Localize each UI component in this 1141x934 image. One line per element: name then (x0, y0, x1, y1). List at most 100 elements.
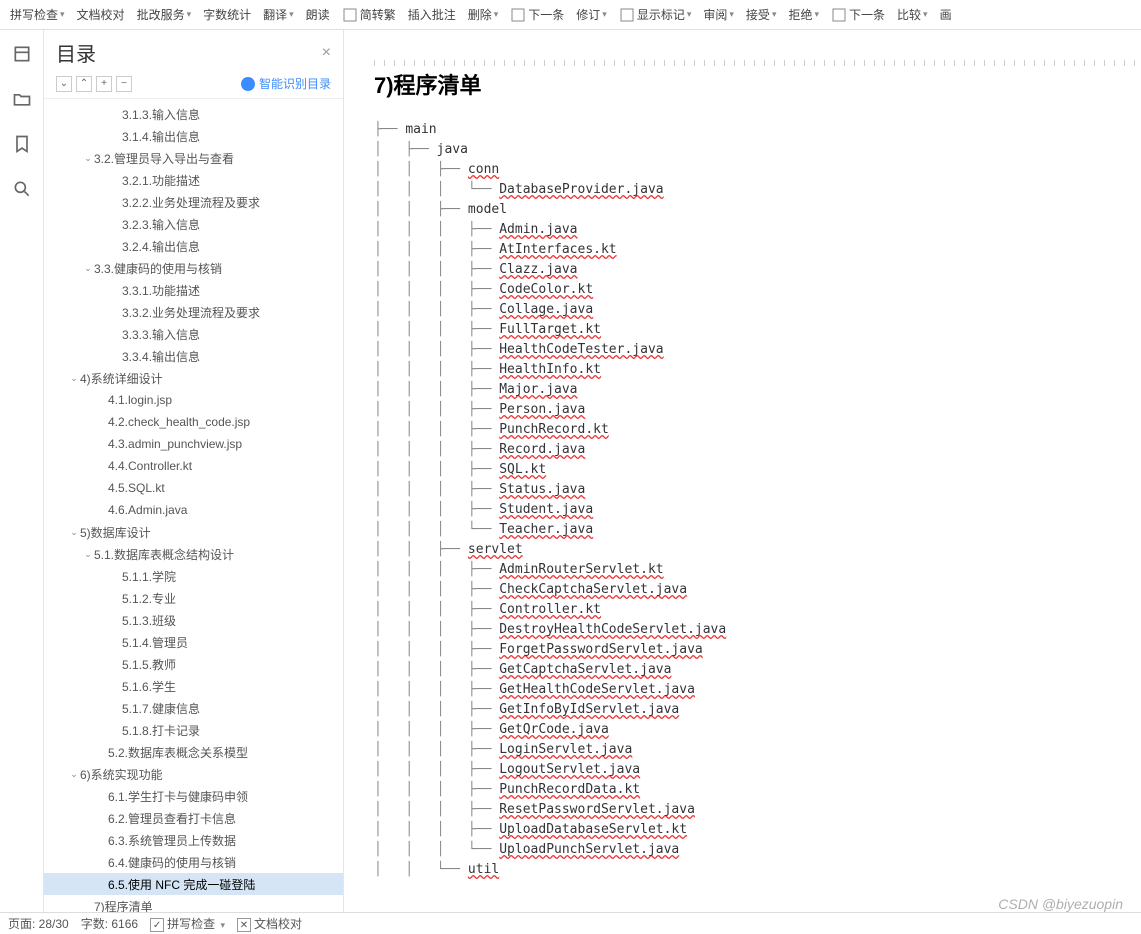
dropdown-icon: ▾ (729, 9, 734, 20)
search-icon[interactable] (12, 179, 32, 202)
outline-item[interactable]: 3.2.2.业务处理流程及要求 (44, 191, 343, 213)
outline-item[interactable]: ⌄3.2.管理员导入导出与查看 (44, 147, 343, 169)
outline-item[interactable]: 5.2.数据库表概念关系模型 (44, 741, 343, 763)
toolbar-画[interactable]: 画 (934, 1, 958, 29)
outline-item[interactable]: 6.5.使用 NFC 完成一碰登陆 (44, 873, 343, 895)
outline-item[interactable]: 4.3.admin_punchview.jsp (44, 433, 343, 455)
ruler (374, 60, 1141, 66)
proofread-status[interactable]: ✕文档校对 (237, 915, 302, 933)
outline-item[interactable]: 6.4.健康码的使用与核销 (44, 851, 343, 873)
dropdown-icon: ▾ (814, 9, 819, 20)
toolbar-简转繁[interactable]: 简转繁 (336, 1, 402, 29)
outline-item[interactable]: 3.2.3.输入信息 (44, 213, 343, 235)
toolbar-拒绝[interactable]: 拒绝▾ (782, 1, 825, 29)
toolbar-字数统计[interactable]: 字数统计 (197, 1, 257, 29)
toolbar-下一条[interactable]: 下一条 (825, 1, 891, 29)
chevron-icon: ⌄ (68, 769, 80, 780)
next-change-icon (831, 7, 847, 23)
left-sidebar (0, 30, 44, 912)
outline-title: 目录 (56, 38, 96, 67)
outline-item[interactable]: 3.1.3.输入信息 (44, 103, 343, 125)
chevron-icon: ⌄ (82, 549, 94, 560)
toolbar-接受[interactable]: 接受▾ (740, 1, 783, 29)
dropdown-icon: ▾ (772, 9, 777, 20)
outline-item[interactable]: ⌄5)数据库设计 (44, 521, 343, 543)
bookmark-icon[interactable] (12, 134, 32, 157)
dropdown-icon: ▾ (60, 9, 65, 20)
dropdown-icon: ▾ (494, 9, 499, 20)
outline-item[interactable]: ⌄3.3.健康码的使用与核销 (44, 257, 343, 279)
watermark: CSDN @biyezuopin (998, 896, 1123, 912)
add-btn[interactable]: + (96, 76, 112, 92)
outline-toolbar: ⌄ ⌃ + − (56, 76, 132, 92)
collapse-btn[interactable]: ⌄ (56, 76, 72, 92)
outline-item[interactable]: 3.3.3.输入信息 (44, 323, 343, 345)
dropdown-icon: ▾ (602, 9, 607, 20)
outline-item[interactable]: 4.6.Admin.java (44, 499, 343, 521)
chevron-icon: ⌄ (68, 527, 80, 538)
chevron-icon: ⌄ (68, 373, 80, 384)
word-count[interactable]: 字数: 6166 (81, 915, 138, 932)
outline-item[interactable]: 3.2.4.输出信息 (44, 235, 343, 257)
toolbar-比较[interactable]: 比较▾ (891, 1, 934, 29)
outline-item[interactable]: 4.5.SQL.kt (44, 477, 343, 499)
expand-btn[interactable]: ⌃ (76, 76, 92, 92)
statusbar: 页面: 28/30 字数: 6166 ✓拼写检查 ▾ ✕文档校对 (0, 912, 1141, 934)
outline-item[interactable]: 5.1.8.打卡记录 (44, 719, 343, 741)
outline-item[interactable]: 5.1.6.学生 (44, 675, 343, 697)
toolbar-朗读[interactable]: 朗读 (300, 1, 336, 29)
dropdown-icon: ▾ (687, 9, 692, 20)
outline-item[interactable]: 4.2.check_health_code.jsp (44, 411, 343, 433)
remove-btn[interactable]: − (116, 76, 132, 92)
toolbar-删除[interactable]: 删除▾ (462, 1, 505, 29)
outline-panel: 目录 × ⌄ ⌃ + − 智能识别目录 3.1.3.输入信息3.1.4.输出信息… (44, 30, 344, 912)
toolbar-下一条[interactable]: 下一条 (504, 1, 570, 29)
close-icon[interactable]: × (322, 44, 331, 62)
toolbar-审阅[interactable]: 审阅▾ (697, 1, 740, 29)
code-tree: ├── main│ ├── java│ │ ├── conn│ │ │ └── … (374, 120, 1141, 880)
toolbar-拼写检查[interactable]: 拼写检查▾ (4, 1, 71, 29)
outline-item[interactable]: 3.2.1.功能描述 (44, 169, 343, 191)
dropdown-icon: ▾ (289, 9, 294, 20)
toolbar-显示标记[interactable]: 显示标记▾ (613, 1, 698, 29)
outline-item[interactable]: 4.1.login.jsp (44, 389, 343, 411)
review-toolbar: 拼写检查▾文档校对批改服务▾字数统计翻译▾朗读简转繁插入批注删除▾下一条修订▾显… (0, 0, 1141, 30)
outline-item[interactable]: 5.1.1.学院 (44, 565, 343, 587)
outline-item[interactable]: ⌄5.1.数据库表概念结构设计 (44, 543, 343, 565)
chevron-icon: ⌄ (82, 263, 94, 274)
outline-item[interactable]: 5.1.4.管理员 (44, 631, 343, 653)
outline-item[interactable]: 5.1.3.班级 (44, 609, 343, 631)
show-marks-icon (619, 7, 635, 23)
outline-item[interactable]: 3.1.4.输出信息 (44, 125, 343, 147)
doc-heading: 7)程序清单 (374, 68, 1141, 100)
smart-outline-link[interactable]: 智能识别目录 (241, 75, 331, 92)
spellcheck-status[interactable]: ✓拼写检查 ▾ (150, 915, 225, 933)
toolbar-文档校对[interactable]: 文档校对 (71, 1, 131, 29)
toolbar-批改服务[interactable]: 批改服务▾ (131, 1, 198, 29)
outline-item[interactable]: 7)程序清单 (44, 895, 343, 912)
toolbar-修订[interactable]: 修订▾ (570, 1, 613, 29)
outline-item[interactable]: 4.4.Controller.kt (44, 455, 343, 477)
outline-item[interactable]: 6.2.管理员查看打卡信息 (44, 807, 343, 829)
outline-item[interactable]: 5.1.7.健康信息 (44, 697, 343, 719)
toolbar-翻译[interactable]: 翻译▾ (257, 1, 300, 29)
outline-item[interactable]: 5.1.2.专业 (44, 587, 343, 609)
outline-item[interactable]: 5.1.5.教师 (44, 653, 343, 675)
outline-item[interactable]: 3.3.1.功能描述 (44, 279, 343, 301)
next-comment-icon (510, 7, 526, 23)
page-indicator[interactable]: 页面: 28/30 (8, 915, 69, 932)
convert-icon (342, 7, 358, 23)
outline-item[interactable]: 3.3.2.业务处理流程及要求 (44, 301, 343, 323)
dropdown-icon: ▾ (923, 9, 928, 20)
outline-item[interactable]: ⌄4)系统详细设计 (44, 367, 343, 389)
outline-list[interactable]: 3.1.3.输入信息3.1.4.输出信息⌄3.2.管理员导入导出与查看3.2.1… (44, 99, 343, 912)
document-view[interactable]: 7)程序清单 ├── main│ ├── java│ │ ├── conn│ │… (344, 30, 1141, 912)
outline-item[interactable]: 3.3.4.输出信息 (44, 345, 343, 367)
outline-item[interactable]: 6.1.学生打卡与健康码申领 (44, 785, 343, 807)
folder-icon[interactable] (12, 89, 32, 112)
toolbar-插入批注[interactable]: 插入批注 (402, 1, 462, 29)
outline-item[interactable]: ⌄6)系统实现功能 (44, 763, 343, 785)
chevron-icon: ⌄ (82, 153, 94, 164)
outline-item[interactable]: 6.3.系统管理员上传数据 (44, 829, 343, 851)
outline-icon[interactable] (12, 44, 32, 67)
